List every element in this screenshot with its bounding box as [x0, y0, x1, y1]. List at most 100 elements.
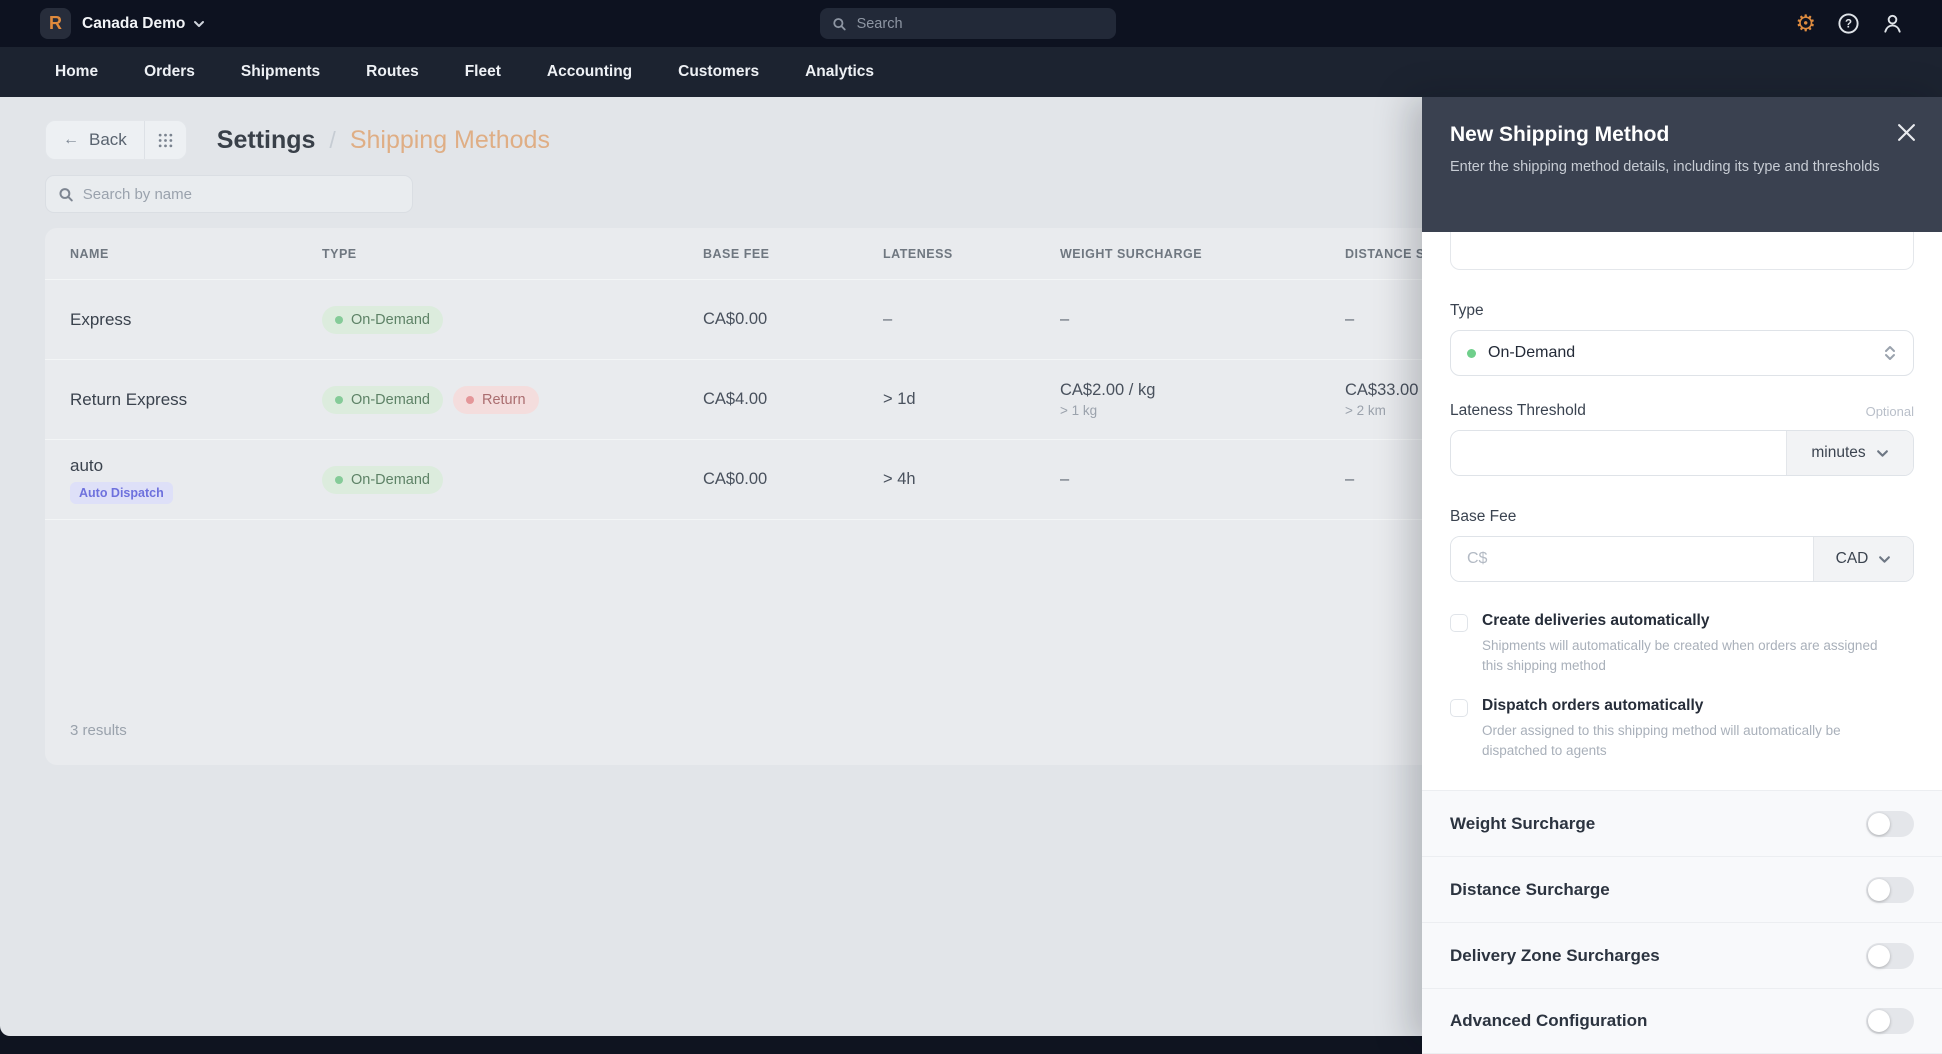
type-badge-label: On-Demand	[351, 312, 430, 328]
search-icon	[832, 16, 847, 32]
nav-customers[interactable]: Customers	[655, 63, 782, 81]
search-icon	[58, 186, 74, 203]
lateness-value: > 1d	[883, 390, 1060, 409]
lateness-unit-select[interactable]: minutes	[1786, 431, 1913, 475]
base-fee-value: CA$0.00	[703, 470, 883, 489]
dispatch-orders-checkbox[interactable]	[1450, 699, 1468, 717]
col-weight-surcharge: WEIGHT SURCHARGE	[1060, 247, 1345, 261]
col-base-fee: BASE FEE	[703, 247, 883, 261]
global-search[interactable]	[820, 8, 1116, 39]
drawer-header: New Shipping Method Enter the shipping m…	[1422, 97, 1942, 232]
status-dot	[335, 316, 343, 324]
grip-menu-button[interactable]	[145, 133, 186, 148]
base-fee-input-group: CAD	[1450, 536, 1914, 582]
distance-surcharge-toggle[interactable]	[1866, 877, 1914, 903]
nav-orders[interactable]: Orders	[121, 63, 218, 81]
col-type: TYPE	[322, 247, 703, 261]
back-button-group: ← Back	[45, 120, 187, 160]
create-deliveries-checkbox[interactable]	[1450, 614, 1468, 632]
type-badge: On-Demand	[322, 466, 443, 494]
base-fee-label: Base Fee	[1450, 508, 1914, 526]
section-label: Distance Surcharge	[1450, 880, 1610, 900]
lateness-value: > 4h	[883, 470, 1060, 489]
type-badge: On-Demand	[322, 306, 443, 334]
drawer-form: Type On-Demand Lateness Threshold Option…	[1422, 232, 1942, 760]
nav-routes[interactable]: Routes	[343, 63, 442, 81]
advanced-configuration-toggle[interactable]	[1866, 1008, 1914, 1034]
settings-gear-icon[interactable]: ⚙	[1795, 12, 1816, 35]
search-by-name-input[interactable]	[83, 186, 400, 203]
weight-surcharge-toggle[interactable]	[1866, 811, 1914, 837]
nav-shipments[interactable]: Shipments	[218, 63, 343, 81]
weight-surcharge-value: –	[1060, 470, 1345, 489]
select-chevrons-icon	[1883, 344, 1897, 362]
close-icon[interactable]	[1897, 123, 1916, 142]
arrow-left-icon: ←	[63, 131, 79, 149]
drawer-toggle-sections: Weight Surcharge Distance Surcharge Deli…	[1422, 790, 1942, 1054]
col-name: NAME	[70, 247, 322, 261]
page-title: Shipping Methods	[350, 126, 550, 155]
section-weight-surcharge: Weight Surcharge	[1422, 790, 1942, 856]
toggle-knob	[1868, 1010, 1890, 1032]
section-distance-surcharge: Distance Surcharge	[1422, 856, 1942, 922]
name-field-partial[interactable]	[1450, 232, 1914, 270]
base-fee-input[interactable]	[1451, 537, 1813, 581]
help-icon[interactable]: ?	[1837, 12, 1860, 35]
return-badge-label: Return	[482, 392, 526, 408]
lateness-threshold-label: Lateness Threshold	[1450, 402, 1586, 420]
delivery-zone-surcharges-toggle[interactable]	[1866, 943, 1914, 969]
user-icon[interactable]	[1881, 12, 1904, 35]
currency-value: CAD	[1836, 550, 1869, 568]
create-deliveries-text: Create deliveries automatically Shipment…	[1482, 612, 1892, 675]
table-search[interactable]	[45, 175, 413, 213]
status-dot	[335, 476, 343, 484]
dispatch-orders-text: Dispatch orders automatically Order assi…	[1482, 697, 1892, 760]
type-label: Type	[1450, 302, 1914, 320]
section-delivery-zone-surcharges: Delivery Zone Surcharges	[1422, 922, 1942, 988]
method-name: Return Express	[70, 390, 322, 410]
org-name: Canada Demo	[82, 15, 185, 33]
type-badge: On-Demand	[322, 386, 443, 414]
dispatch-orders-option: Dispatch orders automatically Order assi…	[1450, 697, 1914, 760]
nav-analytics[interactable]: Analytics	[782, 63, 897, 81]
on-demand-dot	[1467, 349, 1476, 358]
checkbox-help: Shipments will automatically be created …	[1482, 636, 1892, 675]
nav-home[interactable]: Home	[32, 63, 121, 81]
global-search-input[interactable]	[857, 16, 1104, 32]
method-name-cell: auto Auto Dispatch	[70, 456, 322, 504]
type-badge-label: On-Demand	[351, 392, 430, 408]
base-fee-value: CA$0.00	[703, 310, 883, 329]
breadcrumb-settings[interactable]: Settings	[217, 126, 316, 155]
page-header: ← Back Settings / Shipping Methods	[45, 120, 550, 160]
back-button[interactable]: ← Back	[46, 130, 144, 150]
nav-fleet[interactable]: Fleet	[442, 63, 524, 81]
org-switcher[interactable]: Canada Demo	[82, 0, 205, 47]
lateness-threshold-input[interactable]	[1451, 431, 1786, 475]
top-app-bar: R Canada Demo ⚙ ?	[0, 0, 1942, 47]
currency-select[interactable]: CAD	[1813, 537, 1913, 581]
primary-nav: Home Orders Shipments Routes Fleet Accou…	[0, 47, 1942, 97]
method-name: Express	[70, 310, 322, 330]
base-fee-value: CA$4.00	[703, 390, 883, 409]
nav-accounting[interactable]: Accounting	[524, 63, 655, 81]
unit-value: minutes	[1811, 444, 1865, 462]
chevron-down-icon	[193, 18, 205, 30]
app-logo[interactable]: R	[40, 8, 71, 39]
weight-surcharge-value: CA$2.00 / kg	[1060, 381, 1345, 400]
type-badge-label: On-Demand	[351, 472, 430, 488]
toggle-knob	[1868, 945, 1890, 967]
breadcrumb-divider: /	[329, 127, 335, 154]
optional-hint: Optional	[1866, 404, 1914, 419]
checkbox-help: Order assigned to this shipping method w…	[1482, 721, 1892, 760]
checkbox-label[interactable]: Create deliveries automatically	[1482, 612, 1892, 630]
return-badge: Return	[453, 386, 539, 414]
weight-surcharge-cell: CA$2.00 / kg > 1 kg	[1060, 381, 1345, 418]
type-select[interactable]: On-Demand	[1450, 330, 1914, 376]
create-deliveries-option: Create deliveries automatically Shipment…	[1450, 612, 1914, 675]
checkbox-label[interactable]: Dispatch orders automatically	[1482, 697, 1892, 715]
new-shipping-method-drawer: New Shipping Method Enter the shipping m…	[1422, 97, 1942, 1044]
toggle-knob	[1868, 879, 1890, 901]
results-count: 3 results	[70, 722, 127, 739]
svg-text:?: ?	[1845, 18, 1852, 30]
drawer-subtitle: Enter the shipping method details, inclu…	[1450, 157, 1890, 177]
